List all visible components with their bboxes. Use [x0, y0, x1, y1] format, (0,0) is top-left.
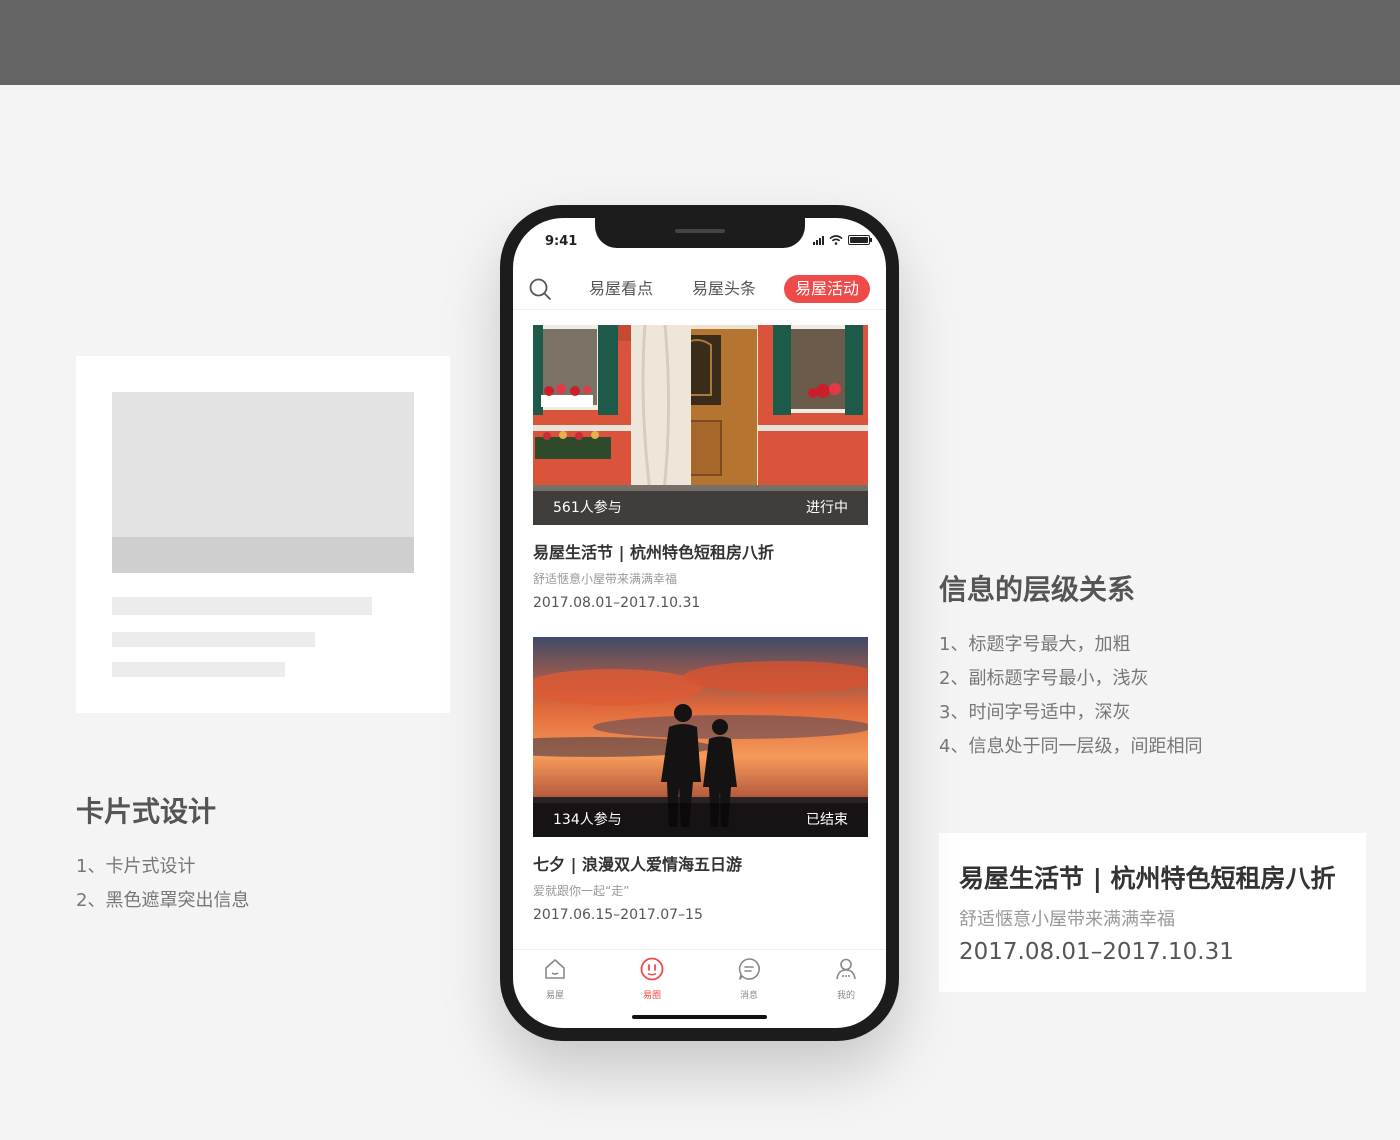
- card-title: 七夕 | 浪漫双人爱情海五日游: [533, 855, 742, 874]
- tab-kandian[interactable]: 易屋看点: [578, 275, 664, 303]
- participants-count: 134人参与: [553, 812, 622, 828]
- right-list-item: 4、信息处于同一层级，间距相同: [939, 736, 1203, 757]
- home-icon: [545, 959, 565, 979]
- left-section-list: 1、卡片式设计 2、黑色遮罩突出信息: [76, 850, 249, 918]
- circle-face-icon: [640, 957, 664, 981]
- right-list-item: 1、标题字号最大，加粗: [939, 634, 1131, 655]
- right-list-item: 3、时间字号适中，深灰: [939, 702, 1131, 723]
- right-section-list: 1、标题字号最大，加粗 2、副标题字号最小，浅灰 3、时间字号适中，深灰 4、信…: [939, 628, 1202, 764]
- tabbar-item-message[interactable]: 消息: [719, 956, 779, 1001]
- sunset-couple-photo: 134人参与 已结束: [533, 637, 868, 837]
- tabbar-label: 消息: [739, 991, 758, 1001]
- right-section-title: 信息的层级关系: [939, 573, 1136, 606]
- battery-icon: [848, 235, 872, 245]
- phone-mockup: 9:41 易屋看点 易屋头条 易屋活动 561人参与 进行中 易屋生活节 | 杭…: [500, 205, 899, 1041]
- tabbar-label: 易圈: [642, 991, 661, 1001]
- participants-count: 561人参与: [553, 500, 622, 516]
- speaker-grille: [675, 229, 725, 233]
- bottom-tabbar: 易屋 易圈 消息 我的: [513, 949, 886, 1009]
- tabbar-item-home[interactable]: 易屋: [525, 956, 585, 1001]
- wireframe-date-line: [112, 662, 285, 677]
- card-date: 2017.08.01–2017.10.31: [533, 595, 701, 611]
- wireframe-subtitle-line: [112, 632, 315, 647]
- user-icon: [836, 958, 856, 980]
- wireframe-image: [112, 392, 414, 573]
- tabbar-label: 易屋: [545, 991, 564, 1001]
- home-indicator[interactable]: [632, 1015, 767, 1019]
- sample-subtitle: 舒适惬意小屋带来满满幸福: [959, 909, 1175, 930]
- activity-feed: 561人参与 进行中 易屋生活节 | 杭州特色短租房八折 舒适惬意小屋带来满满幸…: [533, 325, 868, 949]
- tab-toutiao[interactable]: 易屋头条: [681, 275, 767, 303]
- card-subtitle: 爱就跟你一起“走”: [533, 884, 630, 898]
- search-icon[interactable]: [528, 277, 552, 301]
- top-banner: [0, 0, 1400, 85]
- tabbar-label: 我的: [836, 991, 855, 1001]
- sample-date: 2017.08.01–2017.10.31: [959, 939, 1234, 965]
- status-icons: [813, 235, 872, 245]
- status-time: 9:41: [545, 234, 578, 249]
- hierarchy-sample-card: 易屋生活节 | 杭州特色短租房八折 舒适惬意小屋带来满满幸福 2017.08.0…: [939, 833, 1366, 992]
- signal-icon: [813, 235, 824, 245]
- activity-card[interactable]: 561人参与 进行中 易屋生活节 | 杭州特色短租房八折 舒适惬意小屋带来满满幸…: [533, 325, 868, 611]
- phone-screen: 9:41 易屋看点 易屋头条 易屋活动 561人参与 进行中 易屋生活节 | 杭…: [513, 218, 886, 1028]
- activity-card[interactable]: 134人参与 已结束 七夕 | 浪漫双人爱情海五日游 爱就跟你一起“走” 201…: [533, 637, 868, 923]
- tabbar-item-circle[interactable]: 易圈: [622, 956, 682, 1001]
- activity-status: 已结束: [806, 812, 848, 828]
- red-house-door-photo: 561人参与 进行中: [533, 325, 868, 525]
- wireframe-title-line: [112, 597, 372, 615]
- phone-notch: [595, 218, 805, 248]
- right-list-item: 2、副标题字号最小，浅灰: [939, 668, 1149, 689]
- left-list-item: 2、黑色遮罩突出信息: [76, 890, 250, 911]
- left-section-title: 卡片式设计: [76, 795, 217, 828]
- tab-huodong[interactable]: 易屋活动: [784, 275, 871, 303]
- wireframe-overlay: [112, 537, 414, 573]
- tabbar-item-me[interactable]: 我的: [816, 956, 876, 1001]
- message-icon: [738, 958, 760, 980]
- left-list-item: 1、卡片式设计: [76, 856, 196, 877]
- wireframe-card: [76, 356, 450, 713]
- card-title: 易屋生活节 | 杭州特色短租房八折: [533, 543, 774, 562]
- card-date: 2017.06.15–2017.07–15: [533, 907, 703, 923]
- wifi-icon: [829, 235, 843, 245]
- activity-status: 进行中: [806, 500, 848, 516]
- sample-title: 易屋生活节 | 杭州特色短租房八折: [959, 864, 1336, 893]
- top-nav: 易屋看点 易屋头条 易屋活动: [513, 270, 886, 310]
- card-subtitle: 舒适惬意小屋带来满满幸福: [533, 572, 678, 586]
